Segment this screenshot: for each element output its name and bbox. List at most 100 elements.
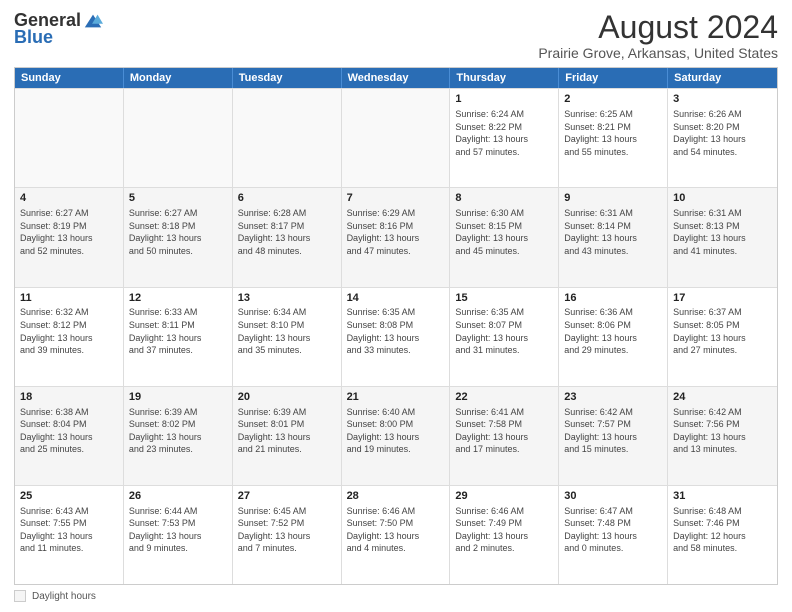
calendar-row-2: 11Sunrise: 6:32 AM Sunset: 8:12 PM Dayli… — [15, 287, 777, 386]
day-number: 18 — [20, 390, 118, 405]
header-day-tuesday: Tuesday — [233, 68, 342, 88]
cal-cell-9: 9Sunrise: 6:31 AM Sunset: 8:14 PM Daylig… — [559, 188, 668, 286]
day-number: 5 — [129, 191, 227, 206]
day-info: Sunrise: 6:25 AM Sunset: 8:21 PM Dayligh… — [564, 108, 662, 158]
day-number: 26 — [129, 489, 227, 504]
header-day-friday: Friday — [559, 68, 668, 88]
logo-blue-text: Blue — [14, 27, 53, 48]
day-info: Sunrise: 6:39 AM Sunset: 8:02 PM Dayligh… — [129, 406, 227, 456]
main-title: August 2024 — [538, 10, 778, 45]
day-info: Sunrise: 6:27 AM Sunset: 8:19 PM Dayligh… — [20, 207, 118, 257]
day-number: 17 — [673, 291, 772, 306]
day-number: 23 — [564, 390, 662, 405]
cal-cell-5: 5Sunrise: 6:27 AM Sunset: 8:18 PM Daylig… — [124, 188, 233, 286]
day-number: 14 — [347, 291, 445, 306]
day-number: 24 — [673, 390, 772, 405]
cal-cell-empty-r0c1 — [124, 89, 233, 187]
day-number: 7 — [347, 191, 445, 206]
cal-cell-14: 14Sunrise: 6:35 AM Sunset: 8:08 PM Dayli… — [342, 288, 451, 386]
cal-cell-27: 27Sunrise: 6:45 AM Sunset: 7:52 PM Dayli… — [233, 486, 342, 584]
day-info: Sunrise: 6:47 AM Sunset: 7:48 PM Dayligh… — [564, 505, 662, 555]
day-number: 30 — [564, 489, 662, 504]
day-info: Sunrise: 6:42 AM Sunset: 7:56 PM Dayligh… — [673, 406, 772, 456]
day-info: Sunrise: 6:38 AM Sunset: 8:04 PM Dayligh… — [20, 406, 118, 456]
day-number: 10 — [673, 191, 772, 206]
title-area: August 2024 Prairie Grove, Arkansas, Uni… — [538, 10, 778, 61]
cal-cell-empty-r0c3 — [342, 89, 451, 187]
day-number: 15 — [455, 291, 553, 306]
header-day-wednesday: Wednesday — [342, 68, 451, 88]
cal-cell-25: 25Sunrise: 6:43 AM Sunset: 7:55 PM Dayli… — [15, 486, 124, 584]
calendar-row-4: 25Sunrise: 6:43 AM Sunset: 7:55 PM Dayli… — [15, 485, 777, 584]
cal-cell-17: 17Sunrise: 6:37 AM Sunset: 8:05 PM Dayli… — [668, 288, 777, 386]
cal-cell-22: 22Sunrise: 6:41 AM Sunset: 7:58 PM Dayli… — [450, 387, 559, 485]
day-number: 20 — [238, 390, 336, 405]
day-info: Sunrise: 6:35 AM Sunset: 8:08 PM Dayligh… — [347, 306, 445, 356]
header-day-thursday: Thursday — [450, 68, 559, 88]
cal-cell-30: 30Sunrise: 6:47 AM Sunset: 7:48 PM Dayli… — [559, 486, 668, 584]
day-number: 22 — [455, 390, 553, 405]
cal-cell-29: 29Sunrise: 6:46 AM Sunset: 7:49 PM Dayli… — [450, 486, 559, 584]
day-number: 27 — [238, 489, 336, 504]
legend: Daylight hours — [14, 590, 778, 602]
cal-cell-23: 23Sunrise: 6:42 AM Sunset: 7:57 PM Dayli… — [559, 387, 668, 485]
cal-cell-12: 12Sunrise: 6:33 AM Sunset: 8:11 PM Dayli… — [124, 288, 233, 386]
day-info: Sunrise: 6:46 AM Sunset: 7:50 PM Dayligh… — [347, 505, 445, 555]
day-number: 31 — [673, 489, 772, 504]
calendar-header: SundayMondayTuesdayWednesdayThursdayFrid… — [15, 68, 777, 88]
cal-cell-13: 13Sunrise: 6:34 AM Sunset: 8:10 PM Dayli… — [233, 288, 342, 386]
day-number: 12 — [129, 291, 227, 306]
day-info: Sunrise: 6:32 AM Sunset: 8:12 PM Dayligh… — [20, 306, 118, 356]
day-info: Sunrise: 6:33 AM Sunset: 8:11 PM Dayligh… — [129, 306, 227, 356]
day-number: 21 — [347, 390, 445, 405]
day-info: Sunrise: 6:27 AM Sunset: 8:18 PM Dayligh… — [129, 207, 227, 257]
day-number: 8 — [455, 191, 553, 206]
cal-cell-20: 20Sunrise: 6:39 AM Sunset: 8:01 PM Dayli… — [233, 387, 342, 485]
header: General Blue August 2024 Prairie Grove, … — [14, 10, 778, 61]
day-info: Sunrise: 6:44 AM Sunset: 7:53 PM Dayligh… — [129, 505, 227, 555]
cal-cell-15: 15Sunrise: 6:35 AM Sunset: 8:07 PM Dayli… — [450, 288, 559, 386]
cal-cell-26: 26Sunrise: 6:44 AM Sunset: 7:53 PM Dayli… — [124, 486, 233, 584]
day-info: Sunrise: 6:31 AM Sunset: 8:14 PM Dayligh… — [564, 207, 662, 257]
day-info: Sunrise: 6:37 AM Sunset: 8:05 PM Dayligh… — [673, 306, 772, 356]
cal-cell-16: 16Sunrise: 6:36 AM Sunset: 8:06 PM Dayli… — [559, 288, 668, 386]
day-info: Sunrise: 6:26 AM Sunset: 8:20 PM Dayligh… — [673, 108, 772, 158]
logo-icon — [83, 11, 103, 31]
cal-cell-11: 11Sunrise: 6:32 AM Sunset: 8:12 PM Dayli… — [15, 288, 124, 386]
day-info: Sunrise: 6:46 AM Sunset: 7:49 PM Dayligh… — [455, 505, 553, 555]
calendar-row-0: 1Sunrise: 6:24 AM Sunset: 8:22 PM Daylig… — [15, 88, 777, 187]
day-info: Sunrise: 6:30 AM Sunset: 8:15 PM Dayligh… — [455, 207, 553, 257]
day-info: Sunrise: 6:41 AM Sunset: 7:58 PM Dayligh… — [455, 406, 553, 456]
cal-cell-28: 28Sunrise: 6:46 AM Sunset: 7:50 PM Dayli… — [342, 486, 451, 584]
cal-cell-31: 31Sunrise: 6:48 AM Sunset: 7:46 PM Dayli… — [668, 486, 777, 584]
day-info: Sunrise: 6:40 AM Sunset: 8:00 PM Dayligh… — [347, 406, 445, 456]
cal-cell-18: 18Sunrise: 6:38 AM Sunset: 8:04 PM Dayli… — [15, 387, 124, 485]
day-info: Sunrise: 6:34 AM Sunset: 8:10 PM Dayligh… — [238, 306, 336, 356]
cal-cell-7: 7Sunrise: 6:29 AM Sunset: 8:16 PM Daylig… — [342, 188, 451, 286]
day-info: Sunrise: 6:29 AM Sunset: 8:16 PM Dayligh… — [347, 207, 445, 257]
day-info: Sunrise: 6:36 AM Sunset: 8:06 PM Dayligh… — [564, 306, 662, 356]
day-number: 4 — [20, 191, 118, 206]
cal-cell-21: 21Sunrise: 6:40 AM Sunset: 8:00 PM Dayli… — [342, 387, 451, 485]
cal-cell-3: 3Sunrise: 6:26 AM Sunset: 8:20 PM Daylig… — [668, 89, 777, 187]
cal-cell-19: 19Sunrise: 6:39 AM Sunset: 8:02 PM Dayli… — [124, 387, 233, 485]
calendar-body: 1Sunrise: 6:24 AM Sunset: 8:22 PM Daylig… — [15, 88, 777, 584]
day-info: Sunrise: 6:42 AM Sunset: 7:57 PM Dayligh… — [564, 406, 662, 456]
legend-label: Daylight hours — [32, 591, 96, 602]
day-number: 11 — [20, 291, 118, 306]
day-info: Sunrise: 6:43 AM Sunset: 7:55 PM Dayligh… — [20, 505, 118, 555]
day-number: 2 — [564, 92, 662, 107]
day-number: 6 — [238, 191, 336, 206]
cal-cell-2: 2Sunrise: 6:25 AM Sunset: 8:21 PM Daylig… — [559, 89, 668, 187]
calendar-row-3: 18Sunrise: 6:38 AM Sunset: 8:04 PM Dayli… — [15, 386, 777, 485]
cal-cell-24: 24Sunrise: 6:42 AM Sunset: 7:56 PM Dayli… — [668, 387, 777, 485]
day-number: 16 — [564, 291, 662, 306]
day-number: 25 — [20, 489, 118, 504]
day-info: Sunrise: 6:48 AM Sunset: 7:46 PM Dayligh… — [673, 505, 772, 555]
day-number: 3 — [673, 92, 772, 107]
header-day-sunday: Sunday — [15, 68, 124, 88]
day-number: 9 — [564, 191, 662, 206]
page: General Blue August 2024 Prairie Grove, … — [0, 0, 792, 612]
day-number: 19 — [129, 390, 227, 405]
day-number: 28 — [347, 489, 445, 504]
